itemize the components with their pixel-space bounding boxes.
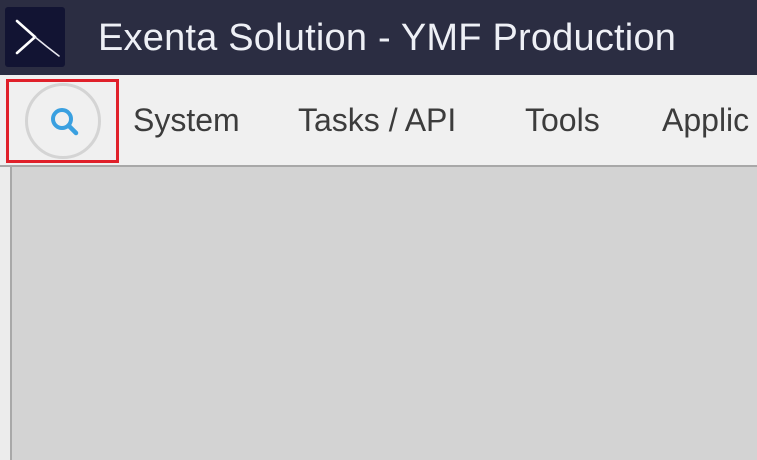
exenta-logo-icon xyxy=(5,7,65,67)
menu-item-applic[interactable]: Applic xyxy=(662,100,749,140)
window-title: Exenta Solution - YMF Production xyxy=(98,17,677,59)
content-border xyxy=(10,167,12,460)
menu-bar: System Tasks / API Tools Applic xyxy=(0,75,757,167)
app-window: Exenta Solution - YMF Production System … xyxy=(0,0,757,460)
title-bar: Exenta Solution - YMF Production xyxy=(0,0,757,75)
menu-item-tasks-api[interactable]: Tasks / API xyxy=(298,100,456,140)
search-icon xyxy=(51,108,79,136)
menu-item-system[interactable]: System xyxy=(133,100,240,140)
menu-item-tools[interactable]: Tools xyxy=(525,100,600,140)
search-button[interactable] xyxy=(25,83,101,159)
main-content-area xyxy=(0,167,757,460)
